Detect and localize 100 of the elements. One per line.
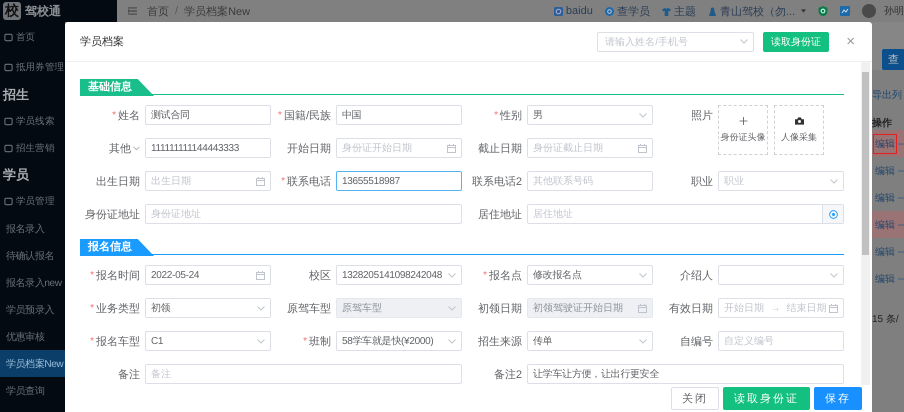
chevron-icon xyxy=(639,112,647,118)
chevron-icon xyxy=(257,306,265,310)
select-field[interactable]: 男 xyxy=(527,105,653,125)
required-mark: * xyxy=(494,110,498,120)
read-id-card-button[interactable]: 读取身份证 xyxy=(763,32,830,52)
select-field[interactable]: 初领 xyxy=(145,298,271,318)
chevron-icon[interactable] xyxy=(133,146,140,150)
menu-item[interactable]: 抵用券管理 xyxy=(0,52,65,82)
scrollbar[interactable] xyxy=(861,62,870,385)
text-field[interactable]: 中国 xyxy=(336,105,462,125)
menu-item[interactable]: 招生营销 xyxy=(0,135,65,162)
edit-link[interactable]: 编辑 xyxy=(873,134,897,154)
select-field[interactable]: C1 xyxy=(145,331,271,351)
footer-button[interactable]: 关闭 xyxy=(671,387,719,410)
menu-item[interactable]: 学员线索 xyxy=(0,108,65,135)
breadcrumb-separator: / xyxy=(175,5,178,17)
menu-item[interactable]: 首页 xyxy=(0,22,65,52)
menu-item[interactable]: 待确认报名 xyxy=(0,242,65,269)
field-label: 居住地址 xyxy=(478,208,522,222)
scrollbar-thumb[interactable] xyxy=(862,72,869,255)
avatar[interactable] xyxy=(862,4,876,18)
dialog-title: 学员档案 xyxy=(80,34,124,49)
caret-icon[interactable] xyxy=(801,9,806,13)
footer-button[interactable]: 读取身份证 xyxy=(723,387,810,410)
close-button[interactable]: × xyxy=(844,33,857,50)
upload-button[interactable]: 人像采集 xyxy=(774,105,824,155)
field-label: 职业 xyxy=(691,174,713,188)
required-mark: * xyxy=(303,336,307,346)
toolbar-link[interactable]: 查学员 xyxy=(604,4,650,18)
text-field[interactable]: 13655518987 xyxy=(336,171,462,191)
required-mark: * xyxy=(278,110,282,120)
edit-link[interactable]: 编辑 xyxy=(873,214,897,234)
field-label: 备注 xyxy=(118,368,140,382)
field-label: 身份证地址 xyxy=(85,208,140,222)
menu-item[interactable]: 优惠审核 xyxy=(0,323,65,350)
required-mark: * xyxy=(90,270,94,280)
text-field[interactable]: 让学车让方便，让出行更安全 xyxy=(527,364,844,384)
field-label: 姓名 xyxy=(118,108,140,122)
edit-link[interactable]: 编辑 xyxy=(873,188,897,208)
menu-item[interactable]: 学员预录入 xyxy=(0,296,65,323)
menu-heading: 招生 xyxy=(2,86,30,104)
date-field[interactable]: 2022-05-24 xyxy=(145,265,271,285)
edit-link[interactable]: 编辑 xyxy=(873,160,897,180)
menu-item[interactable]: 学员档案New xyxy=(0,350,65,377)
calendar-icon xyxy=(256,176,265,186)
upload-button[interactable]: 身份证头像 xyxy=(718,105,768,155)
chevron-icon xyxy=(448,338,456,344)
calendar-icon xyxy=(829,304,838,312)
shield-icon[interactable] xyxy=(818,6,828,16)
search-button[interactable]: 查 xyxy=(882,49,904,70)
location-button[interactable] xyxy=(822,205,843,223)
chevron-icon xyxy=(740,39,748,44)
chevron-icon xyxy=(639,272,647,278)
field-label: 原驾车型 xyxy=(287,302,331,316)
required-mark: * xyxy=(281,176,285,186)
edit-link[interactable]: 编辑 xyxy=(873,268,897,288)
brand-name: 驾校通 xyxy=(25,2,61,20)
select-field[interactable]: 修改报名点 xyxy=(527,265,653,285)
edit-link[interactable]: 编辑 xyxy=(873,242,897,262)
field-label: 招生来源 xyxy=(478,334,522,348)
field-label: 备注2 xyxy=(494,368,522,382)
plus-icon xyxy=(738,116,748,124)
select-field[interactable]: 1328205141098242048 xyxy=(336,265,462,285)
toolbar-link[interactable]: 主题 xyxy=(662,4,696,18)
field-label: 照片 xyxy=(691,108,713,122)
export-link[interactable]: 导出列 xyxy=(872,88,902,102)
field-label: 联系电话 xyxy=(287,174,331,188)
select-field[interactable] xyxy=(718,265,844,285)
field-label: 报名车型 xyxy=(96,334,140,348)
menu-item[interactable]: 报名录入 xyxy=(0,215,65,242)
calendar-icon xyxy=(447,144,456,152)
required-mark: * xyxy=(90,302,94,314)
menu-item[interactable]: 报名录入new xyxy=(0,269,65,296)
field-label: 截止日期 xyxy=(478,142,522,156)
select-field[interactable]: 58学车就是快(¥2000) xyxy=(336,331,462,351)
footer-button[interactable]: 保存 xyxy=(814,387,862,410)
toolbar-link[interactable]: baidu xyxy=(554,5,593,17)
text-field[interactable]: 测试合同 xyxy=(145,105,271,125)
calendar-icon xyxy=(256,270,265,280)
page-size-select[interactable]: 15 条/ xyxy=(872,312,899,326)
required-mark: * xyxy=(112,110,116,120)
field-label: 有效日期 xyxy=(669,302,713,316)
browser-icon xyxy=(554,6,563,16)
breadcrumb-link[interactable]: 首页 xyxy=(147,4,169,18)
calendar-icon xyxy=(638,144,647,152)
field-label: 性别 xyxy=(500,108,522,122)
field-label: 开始日期 xyxy=(287,142,331,156)
chevron-icon xyxy=(639,338,647,344)
menu-item[interactable]: 学员查询 xyxy=(0,377,65,404)
toolbar-link[interactable]: 青山驾校（勿... xyxy=(708,4,795,18)
field-label: 业务类型 xyxy=(96,302,140,316)
label-dropdown[interactable]: 其他 xyxy=(109,140,140,156)
required-mark: * xyxy=(90,336,94,346)
text-field[interactable]: 111111111144443333 xyxy=(145,138,271,158)
chart-icon[interactable] xyxy=(840,6,850,16)
chevron-icon xyxy=(448,306,456,310)
user-name[interactable]: 孙明 xyxy=(884,4,904,18)
camera-icon xyxy=(794,116,804,124)
select-field[interactable]: 传单 xyxy=(527,331,653,351)
menu-item[interactable]: 学员管理 xyxy=(0,188,65,215)
